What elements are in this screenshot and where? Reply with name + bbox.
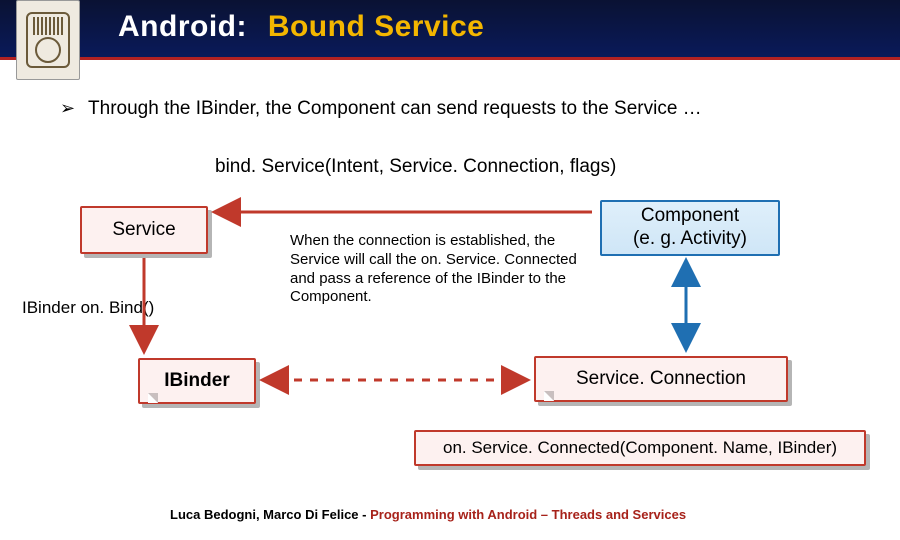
note-fold-icon <box>148 393 158 403</box>
service-box: Service <box>80 206 208 254</box>
university-seal-icon <box>16 0 80 80</box>
bullet-text: Through the IBinder, the Component can s… <box>88 98 702 119</box>
bind-service-call: bind. Service(Intent, Service. Connectio… <box>215 156 616 178</box>
component-label-line2: (e. g. Activity) <box>633 228 747 251</box>
callback-box: on. Service. Connected(Component. Name, … <box>414 430 866 466</box>
bullet-arrow-icon: ➢ <box>60 98 75 118</box>
onbind-label: IBinder on. Bind() <box>22 298 154 318</box>
footer-topic: Programming with Android – Threads and S… <box>370 507 686 522</box>
bullet-line: ➢ Through the IBinder, the Component can… <box>60 98 702 120</box>
footer-dash: - <box>362 507 370 522</box>
callback-label: on. Service. Connected(Component. Name, … <box>443 438 837 458</box>
title-suffix: Bound Service <box>268 10 485 43</box>
description-text: When the connection is established, the … <box>290 232 580 307</box>
component-box: Component (e. g. Activity) <box>600 200 780 256</box>
serviceconnection-box: Service. Connection <box>534 356 788 402</box>
title-prefix: Android: <box>118 10 247 43</box>
component-label-line1: Component <box>641 205 739 228</box>
footer: Luca Bedogni, Marco Di Felice - Programm… <box>170 507 686 522</box>
seal-inner-icon <box>26 12 70 68</box>
footer-authors: Luca Bedogni, Marco Di Felice <box>170 507 359 522</box>
service-label: Service <box>112 219 175 242</box>
slide-title: Android: Bound Service <box>118 10 484 44</box>
ibinder-label: IBinder <box>164 370 229 393</box>
serviceconnection-label: Service. Connection <box>576 368 746 391</box>
note-fold-icon <box>544 391 554 401</box>
content-area: ➢ Through the IBinder, the Component can… <box>0 72 900 540</box>
header-bar: Android: Bound Service <box>0 0 900 60</box>
ibinder-box: IBinder <box>138 358 256 404</box>
